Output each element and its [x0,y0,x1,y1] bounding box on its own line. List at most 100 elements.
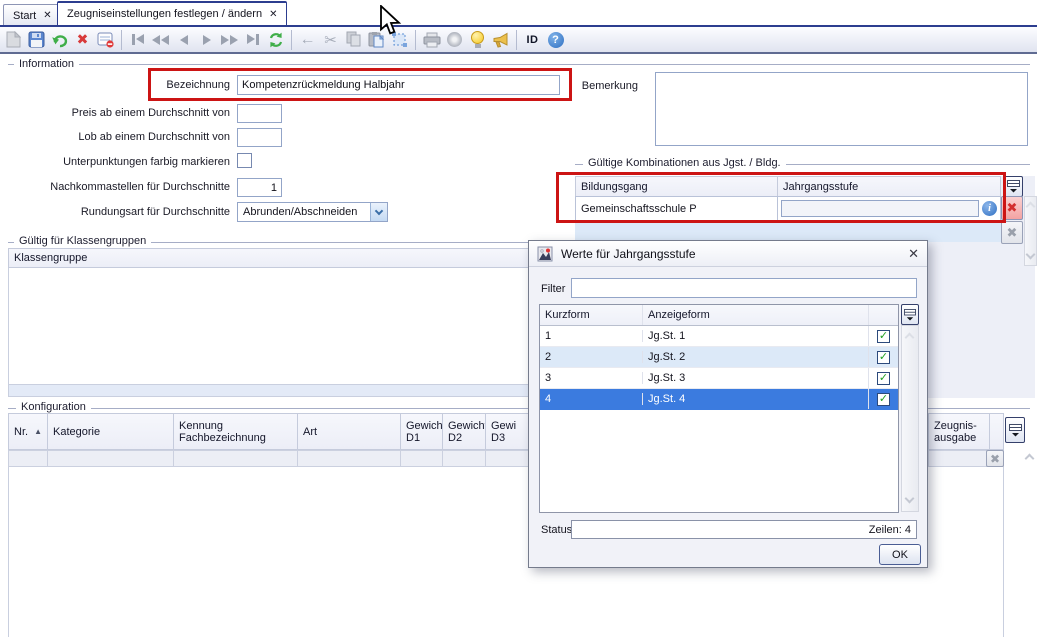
filter-cell[interactable] [297,450,401,467]
werte-dialog: Werte für Jahrgangsstufe ✕ Filter Kurzfo… [528,240,928,568]
nr-column-header[interactable]: Nr. ▲ [8,413,48,450]
select-region-icon[interactable] [388,29,411,51]
filter-cell[interactable] [47,450,174,467]
table-row-selected[interactable]: 4 Jg.St. 4 ✓ [540,389,898,410]
disc-icon[interactable] [443,29,466,51]
clear-filter-icon[interactable]: ✖ [986,450,1004,467]
zeugnisausgabe-column-header[interactable]: Zeugnis- ausgabe [928,413,990,450]
tab-close-icon[interactable]: ✕ [43,10,51,21]
rundungsart-value: Abrunden/Abschneiden [238,206,370,218]
filter-cell[interactable] [442,450,486,467]
konfiguration-group-title: Konfiguration [16,401,91,413]
new-document-icon[interactable] [2,29,25,51]
filter-input[interactable] [571,278,917,298]
nachkommastellen-input[interactable] [237,178,282,197]
preis-label: Preis ab einem Durchschnitt von [2,107,230,119]
filter-cell[interactable] [8,450,48,467]
rundungsart-label: Rundungsart für Durchschnitte [2,206,230,218]
info-icon[interactable]: i [982,201,997,216]
dialog-title-bar[interactable]: Werte für Jahrgangsstufe ✕ [529,241,927,267]
ok-button[interactable]: OK [879,544,921,565]
row-checkbox[interactable]: ✓ [877,372,890,385]
nav-next-fast-icon[interactable] [218,29,241,51]
art-column-header[interactable]: Art [297,413,401,450]
kennung-column-header[interactable]: Kennung Fachbezeichnung [173,413,298,450]
filter-cell[interactable] [173,450,298,467]
close-icon[interactable]: ✕ [908,246,919,262]
cut-icon[interactable]: ✂ [319,29,342,51]
jahrgangsstufe-column-header[interactable]: Jahrgangsstufe [777,176,1001,197]
chevron-down-icon[interactable] [370,203,387,221]
anzeigeform-column-header[interactable]: Anzeigeform [642,305,868,325]
information-group-title: Information [14,58,79,70]
app-window: Start ✕ Zeugniseinstellungen festlegen /… [0,0,1037,637]
row-checkbox[interactable]: ✓ [877,351,890,364]
lob-label: Lob ab einem Durchschnitt von [2,131,230,143]
unterpunktungen-checkbox[interactable] [237,153,252,168]
jahrgangsstufe-cell[interactable]: i [777,196,1001,221]
row-checkbox[interactable]: ✓ [877,330,890,343]
dialog-scrollbar[interactable] [901,325,919,512]
column-chooser-icon[interactable] [1003,176,1023,197]
help-icon[interactable]: ? [544,29,567,51]
tab-zeugniseinstellungen[interactable]: Zeugniseinstellungen festlegen / ändern … [57,1,287,26]
toolbar-separator [516,30,517,50]
kombinationen-empty-row [575,221,1001,242]
print-icon[interactable] [420,29,443,51]
table-row[interactable]: 3 Jg.St. 3 ✓ [540,368,898,389]
gewicht-d2-column-header[interactable]: Gewicht D2 [442,413,486,450]
remove-row-icon[interactable] [94,29,117,51]
horn-icon[interactable] [489,29,512,51]
klassengruppen-list[interactable] [8,268,565,385]
kurzform-column-header[interactable]: Kurzform [540,305,642,325]
kombinationen-scrollbar[interactable] [1024,196,1037,266]
status-label: Status [541,524,572,536]
bemerkung-textarea[interactable] [655,72,1028,146]
nav-first-icon[interactable] [126,29,149,51]
copy-icon[interactable] [342,29,365,51]
refresh-icon[interactable] [264,29,287,51]
table-row[interactable]: 1 Jg.St. 1 ✓ [540,326,898,347]
information-group-line [8,64,1030,65]
sort-ascending-icon: ▲ [34,427,42,436]
gewicht-d1-column-header[interactable]: Gewicht D1 [400,413,443,450]
undo-icon[interactable] [48,29,71,51]
jahrgangsstufe-table: Kurzform Anzeigeform 1 Jg.St. 1 ✓ 2 Jg.S… [539,304,899,513]
paste-icon[interactable] [365,29,388,51]
bildungsgang-column-header[interactable]: Bildungsgang [575,176,778,197]
delete-icon[interactable]: ✖ [71,29,94,51]
column-chooser-icon[interactable] [901,304,919,325]
table-row[interactable]: 2 Jg.St. 2 ✓ [540,347,898,368]
save-icon[interactable] [25,29,48,51]
klassengruppen-group-title: Gültig für Klassengruppen [14,235,151,247]
nav-last-icon[interactable] [241,29,264,51]
tab-start-label: Start [13,10,36,22]
jahrgangsstufe-input[interactable] [781,200,979,217]
rundungsart-select[interactable]: Abrunden/Abschneiden [237,202,388,222]
bemerkung-label: Bemerkung [540,80,638,92]
toolbar: ✖ ← ✂ ID [0,27,1037,54]
delete-row-button[interactable]: ✖ [1001,196,1023,220]
row-checkbox[interactable]: ✓ [877,393,890,406]
konfiguration-scrollbar[interactable] [1024,450,1037,480]
nav-prev-fast-icon[interactable] [149,29,172,51]
id-button[interactable]: ID [521,29,544,51]
bulb-icon[interactable] [466,29,489,51]
tab-start[interactable]: Start ✕ [3,4,62,26]
bezeichnung-input[interactable] [237,75,560,95]
lob-input[interactable] [237,128,282,147]
kategorie-column-header[interactable]: Kategorie [47,413,174,450]
bildungsgang-cell[interactable]: Gemeinschaftsschule P [575,196,778,221]
column-chooser-icon[interactable] [1005,417,1025,443]
filter-cell[interactable] [400,450,443,467]
klassengruppe-column-header[interactable]: Klassengruppe [8,248,565,268]
bezeichnung-label: Bezeichnung [2,79,230,91]
back-arrow-icon[interactable]: ← [296,29,319,51]
toolbar-separator [415,30,416,50]
delete-row-button-disabled: ✖ [1001,221,1023,244]
tab-close-icon[interactable]: ✕ [269,9,277,20]
checkbox-column-header [868,305,898,325]
nav-prev-icon[interactable] [172,29,195,51]
nav-next-icon[interactable] [195,29,218,51]
preis-input[interactable] [237,104,282,123]
